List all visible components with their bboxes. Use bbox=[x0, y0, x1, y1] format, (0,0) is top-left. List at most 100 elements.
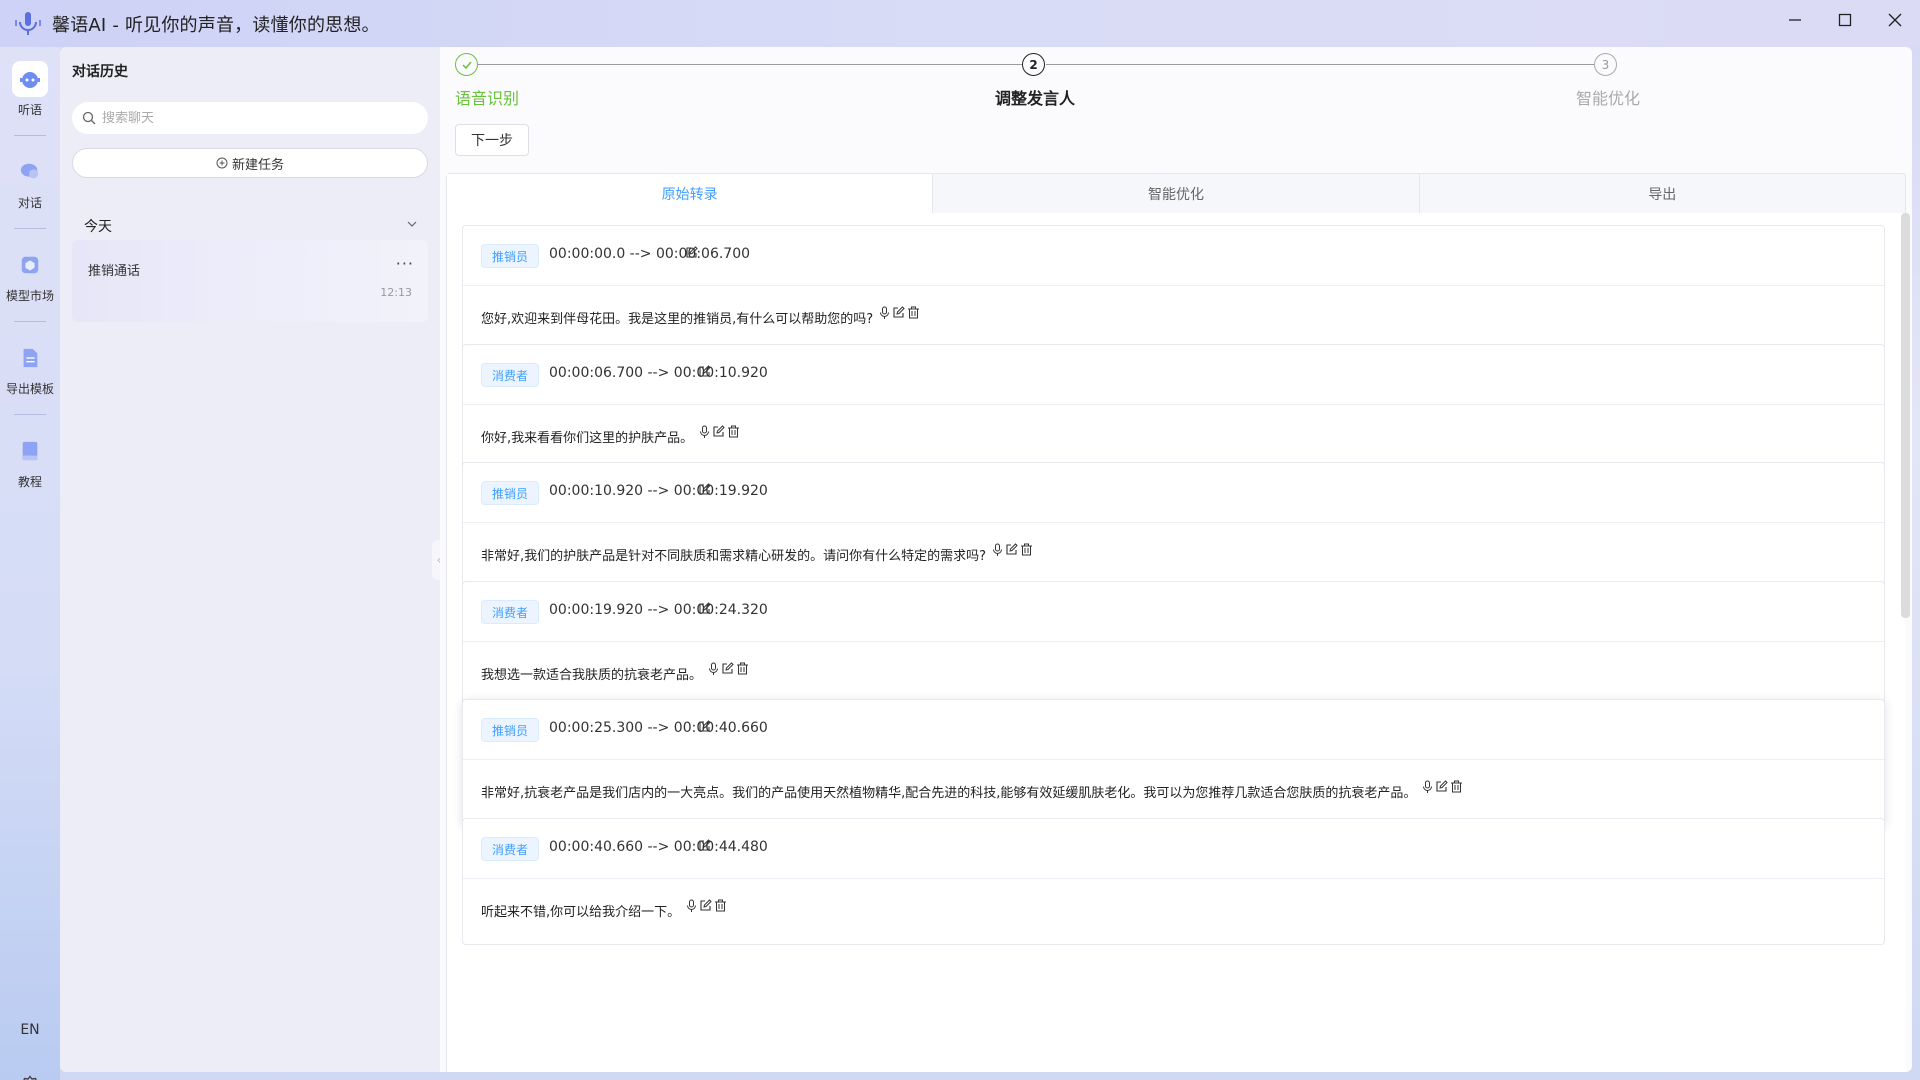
trash-icon[interactable] bbox=[1020, 543, 1033, 560]
more-icon[interactable]: ··· bbox=[396, 254, 414, 273]
book-icon bbox=[12, 433, 48, 469]
trash-icon[interactable] bbox=[1450, 780, 1463, 797]
trash-icon[interactable] bbox=[736, 662, 749, 679]
segment-header: 推销员 00:00:10.920 --> 00:00:19.920 bbox=[463, 463, 1884, 523]
segment-timecode: 00:00:40.660 --> 00:00:44.480 bbox=[549, 839, 768, 855]
microphone-icon[interactable] bbox=[1422, 780, 1433, 798]
segment-text: 您好,欢迎来到伴母花田。我是这里的推销员,有什么可以帮助您的吗? bbox=[481, 312, 874, 327]
segment-text: 听起来不错,你可以给我介绍一下。 bbox=[481, 905, 681, 920]
segment-header: 消费者 00:00:19.920 --> 00:00:24.320 bbox=[463, 582, 1884, 642]
segment-text-row: 您好,欢迎来到伴母花田。我是这里的推销员,有什么可以帮助您的吗? bbox=[481, 306, 920, 327]
chat-icon bbox=[12, 154, 48, 190]
edit-text-icon[interactable] bbox=[1005, 543, 1018, 560]
edit-time-icon[interactable] bbox=[685, 244, 698, 263]
segment-timecode: 00:00:19.920 --> 00:00:24.320 bbox=[549, 602, 768, 618]
segment-text-row: 听起来不错,你可以给我介绍一下。 bbox=[481, 899, 727, 920]
search-icon bbox=[82, 111, 96, 125]
history-title: 对话历史 bbox=[72, 64, 128, 80]
tab-smart-optimize[interactable]: 智能优化 bbox=[933, 174, 1420, 213]
language-toggle[interactable]: EN bbox=[0, 1022, 60, 1038]
search-box[interactable] bbox=[72, 102, 428, 134]
rail-item-chat[interactable]: 对话 bbox=[0, 154, 60, 211]
microphone-icon[interactable] bbox=[699, 425, 710, 443]
edit-text-icon[interactable] bbox=[1435, 780, 1449, 797]
new-task-button[interactable]: 新建任务 bbox=[72, 148, 428, 178]
speaker-tag[interactable]: 消费者 bbox=[481, 363, 540, 387]
close-button[interactable] bbox=[1870, 0, 1920, 40]
edit-text-icon[interactable] bbox=[712, 425, 725, 442]
microphone-icon[interactable] bbox=[686, 899, 697, 917]
rail-item-tingyu[interactable]: 听语 bbox=[0, 61, 60, 118]
segment-actions bbox=[686, 899, 727, 917]
speaker-tag[interactable]: 推销员 bbox=[481, 718, 540, 742]
rail-label: 教程 bbox=[17, 475, 42, 489]
maximize-icon bbox=[1838, 13, 1852, 27]
edit-time-icon[interactable] bbox=[698, 481, 711, 500]
trash-icon[interactable] bbox=[907, 306, 920, 323]
segment-actions bbox=[708, 662, 749, 680]
rail-divider bbox=[14, 414, 46, 415]
new-task-label: 新建任务 bbox=[231, 157, 284, 173]
maximize-button[interactable] bbox=[1820, 0, 1870, 40]
rail-item-model-market[interactable]: 模型市场 bbox=[0, 247, 60, 304]
trash-icon[interactable] bbox=[714, 899, 727, 916]
transcript-segment-card: 消费者 00:00:06.700 --> 00:00:10.920 你好,我来看看你… bbox=[462, 344, 1885, 471]
chevron-down-icon bbox=[407, 221, 417, 227]
close-icon bbox=[1888, 13, 1902, 27]
edit-time-icon[interactable] bbox=[698, 363, 711, 382]
main-panel: 语音识别 2 调整发言人 3 智能优化 下一步 原始转录 智能优化 导出 推销员… bbox=[440, 47, 1912, 1072]
next-step-button[interactable]: 下一步 bbox=[455, 124, 529, 156]
step-1-label: 语音识别 bbox=[455, 89, 520, 108]
segment-text: 我想选一款适合我肤质的抗衰老产品。 bbox=[481, 668, 703, 683]
segment-text-row: 非常好,我们的护肤产品是针对不同肤质和需求精心研发的。请问你有什么特定的需求吗? bbox=[481, 543, 1033, 564]
history-panel: 对话历史 新建任务 今天 推销通话 ··· 12:13 bbox=[60, 47, 440, 1072]
speaker-tag[interactable]: 推销员 bbox=[481, 481, 540, 505]
transcript-segment-card: 推销员 00:00:25.300 --> 00:00:40.660 非常好,抗衰老产… bbox=[462, 699, 1885, 826]
scrollbar[interactable] bbox=[1901, 213, 1910, 618]
edit-text-icon[interactable] bbox=[721, 662, 734, 679]
conversation-item[interactable]: 推销通话 ··· 12:13 bbox=[72, 240, 428, 322]
step-2-number: 2 bbox=[1022, 53, 1045, 76]
transcript-segment-card: 消费者 00:00:19.920 --> 00:00:24.320 我想选一款适合我… bbox=[462, 581, 1885, 708]
speaker-tag[interactable]: 推销员 bbox=[481, 244, 540, 268]
segment-text-row: 非常好,抗衰老产品是我们店内的一大亮点。我们的产品使用天然植物精华,配合先进的科… bbox=[481, 780, 1463, 801]
edit-time-icon[interactable] bbox=[698, 600, 711, 619]
history-group-today[interactable]: 今天 bbox=[84, 216, 418, 236]
robot-icon bbox=[12, 61, 48, 97]
microphone-icon[interactable] bbox=[879, 306, 890, 324]
app-logo-icon bbox=[10, 6, 46, 42]
edit-time-icon[interactable] bbox=[698, 718, 711, 737]
rail-item-tutorial[interactable]: 教程 bbox=[0, 433, 60, 490]
microphone-icon[interactable] bbox=[992, 543, 1003, 561]
segment-actions bbox=[992, 543, 1033, 561]
step-3-number: 3 bbox=[1594, 53, 1617, 76]
transcript-segment-card: 消费者 00:00:40.660 --> 00:00:44.480 听起来不错,你可… bbox=[462, 818, 1885, 945]
transcript-segment-card: 推销员 00:00:00.0 --> 00:00:06.700 您好,欢迎来到伴母花… bbox=[462, 225, 1885, 352]
rail-divider bbox=[14, 321, 46, 322]
rail-divider bbox=[14, 228, 46, 229]
edit-time-icon[interactable] bbox=[698, 837, 711, 856]
rail-item-export-template[interactable]: 导出模板 bbox=[0, 340, 60, 397]
title-bar: 馨语AI - 听见你的声音，读懂你的思想。 bbox=[0, 0, 1920, 47]
search-input[interactable] bbox=[102, 110, 402, 126]
segment-actions bbox=[1422, 780, 1463, 798]
transcript-segment-card: 推销员 00:00:10.920 --> 00:00:19.920 非常好,我们的护… bbox=[462, 462, 1885, 589]
tab-original-transcript[interactable]: 原始转录 bbox=[447, 174, 934, 213]
speaker-tag[interactable]: 消费者 bbox=[481, 837, 540, 861]
conversation-time: 12:13 bbox=[380, 286, 412, 299]
segment-text-row: 我想选一款适合我肤质的抗衰老产品。 bbox=[481, 662, 749, 683]
conversation-name: 推销通话 bbox=[88, 264, 141, 279]
microphone-icon[interactable] bbox=[708, 662, 719, 680]
tab-export[interactable]: 导出 bbox=[1420, 174, 1905, 213]
segment-actions bbox=[879, 306, 920, 324]
edit-text-icon[interactable] bbox=[699, 899, 712, 916]
segment-timecode: 00:00:10.920 --> 00:00:19.920 bbox=[549, 483, 768, 499]
trash-icon[interactable] bbox=[727, 425, 740, 442]
segment-header: 推销员 00:00:00.0 --> 00:00:06.700 bbox=[463, 226, 1884, 286]
rail-divider bbox=[14, 135, 46, 136]
rail-label: 模型市场 bbox=[5, 289, 54, 303]
speaker-tag[interactable]: 消费者 bbox=[481, 600, 540, 624]
settings-button[interactable] bbox=[18, 1074, 42, 1080]
minimize-button[interactable] bbox=[1770, 0, 1820, 40]
edit-text-icon[interactable] bbox=[892, 306, 905, 323]
